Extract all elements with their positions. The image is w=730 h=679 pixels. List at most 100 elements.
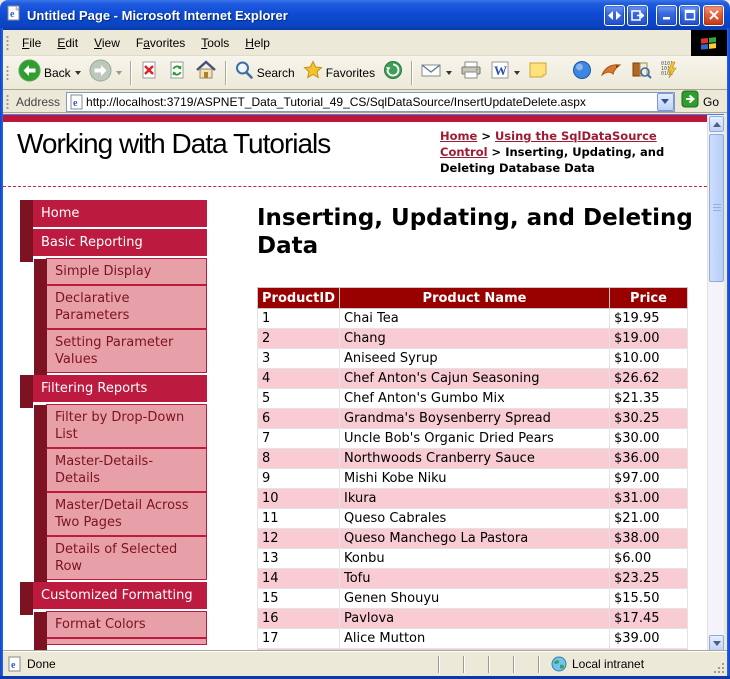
table-cell: 7 bbox=[258, 429, 340, 449]
messenger-button[interactable] bbox=[568, 58, 596, 87]
sidebar-item-format-colors[interactable]: Format Colors bbox=[46, 611, 207, 638]
sidebar-item-filter-by-drop-down-list[interactable]: Filter by Drop-Down List bbox=[46, 404, 207, 448]
forward-button[interactable] bbox=[85, 57, 126, 89]
back-label: Back bbox=[44, 66, 71, 80]
table-cell: $30.00 bbox=[610, 429, 688, 449]
menu-grip[interactable] bbox=[6, 35, 9, 51]
refresh-button[interactable] bbox=[163, 58, 191, 87]
menu-item-file[interactable]: File bbox=[14, 32, 49, 54]
messenger-icon bbox=[572, 60, 592, 85]
status-divider bbox=[488, 656, 489, 673]
back-button[interactable]: Back bbox=[14, 57, 85, 89]
back-dropdown-caret[interactable] bbox=[75, 71, 81, 75]
zone-label: Local intranet bbox=[572, 657, 644, 671]
menu-bar: FileEditViewFavoritesToolsHelp bbox=[3, 30, 727, 56]
research-book-button[interactable] bbox=[626, 58, 656, 87]
table-row: 13Konbu$6.00 bbox=[258, 549, 688, 569]
detach-window-button[interactable] bbox=[627, 5, 648, 26]
ie-logo-icon: e bbox=[6, 5, 22, 26]
sidebar-item-item[interactable] bbox=[46, 638, 207, 645]
sidebar-item-filtering-reports[interactable]: Filtering Reports bbox=[33, 375, 207, 402]
status-page-icon: e bbox=[8, 656, 22, 672]
sidebar-item-master-details-details[interactable]: Master-Details-Details bbox=[46, 448, 207, 492]
mail-button[interactable] bbox=[416, 59, 456, 86]
zone-globe-icon bbox=[551, 656, 567, 672]
search-button[interactable]: Search bbox=[230, 58, 299, 87]
history-button[interactable] bbox=[379, 58, 407, 87]
sidebar-item-label: Declarative Parameters bbox=[55, 291, 129, 323]
address-dropdown-button[interactable] bbox=[657, 93, 674, 111]
home-button[interactable] bbox=[191, 58, 221, 87]
go-button[interactable]: Go bbox=[675, 90, 727, 113]
sidebar-item-home[interactable]: Home bbox=[33, 200, 207, 227]
binary-lightning-button[interactable]: 010110100101 bbox=[656, 58, 684, 87]
sidebar-item-label: Basic Reporting bbox=[41, 235, 143, 250]
table-row: 16Pavlova$17.45 bbox=[258, 609, 688, 629]
sidebar-item-customized-formatting[interactable]: Customized Formatting bbox=[33, 582, 207, 609]
table-cell: Chai Tea bbox=[340, 309, 610, 329]
scroll-up-button[interactable] bbox=[709, 116, 724, 132]
menu-bar-items: FileEditViewFavoritesToolsHelp bbox=[14, 32, 278, 54]
pan-arrows-button[interactable] bbox=[604, 5, 625, 26]
menu-item-tools[interactable]: Tools bbox=[193, 32, 237, 54]
research-book-icon bbox=[630, 60, 652, 85]
address-grip[interactable] bbox=[6, 94, 9, 110]
close-button[interactable] bbox=[703, 5, 724, 26]
mail-dropdown-caret[interactable] bbox=[446, 71, 452, 75]
menu-item-favorites[interactable]: Favorites bbox=[128, 32, 193, 54]
print-button[interactable] bbox=[456, 58, 486, 87]
sidebar-item-label: Customized Formatting bbox=[41, 588, 193, 603]
table-cell: 1 bbox=[258, 309, 340, 329]
table-cell: $38.00 bbox=[610, 529, 688, 549]
resize-grip[interactable] bbox=[711, 652, 727, 677]
sidebar-item-declarative-parameters[interactable]: Declarative Parameters bbox=[46, 285, 207, 329]
favorites-button[interactable]: Favorites bbox=[299, 58, 379, 87]
table-cell: Aniseed Syrup bbox=[340, 349, 610, 369]
table-row: 15Genen Shouyu$15.50 bbox=[258, 589, 688, 609]
back-icon bbox=[18, 59, 41, 87]
table-cell: Uncle Bob's Organic Dried Pears bbox=[340, 429, 610, 449]
sidebar-item-master-detail-across-two-pages[interactable]: Master/Detail Across Two Pages bbox=[46, 492, 207, 536]
sidebar-item-basic-reporting[interactable]: Basic Reporting bbox=[33, 229, 207, 256]
discuss-button[interactable] bbox=[524, 59, 552, 86]
address-input[interactable] bbox=[84, 95, 657, 109]
table-row: 2Chang$19.00 bbox=[258, 329, 688, 349]
window-border-left bbox=[0, 28, 3, 679]
sidebar-item-setting-parameter-values[interactable]: Setting Parameter Values bbox=[46, 329, 207, 373]
sidebar-item-label: Home bbox=[41, 206, 79, 221]
table-cell: Genen Shouyu bbox=[340, 589, 610, 609]
search-label: Search bbox=[257, 66, 295, 80]
edit-dropdown-caret[interactable] bbox=[514, 71, 520, 75]
toolbar-separator bbox=[130, 61, 131, 85]
menu-item-edit[interactable]: Edit bbox=[49, 32, 86, 54]
svg-text:e: e bbox=[73, 98, 78, 109]
table-row: 8Northwoods Cranberry Sauce$36.00 bbox=[258, 449, 688, 469]
toolbar-grip[interactable] bbox=[6, 65, 9, 81]
svg-text:e: e bbox=[10, 9, 15, 20]
table-cell: $6.00 bbox=[610, 549, 688, 569]
scrollbar-thumb[interactable] bbox=[709, 134, 724, 282]
sidebar-item-simple-display[interactable]: Simple Display bbox=[46, 258, 207, 285]
menu-item-help[interactable]: Help bbox=[237, 32, 278, 54]
sidebar-item-details-of-selected-row[interactable]: Details of Selected Row bbox=[46, 536, 207, 580]
windows-logo-throbber bbox=[691, 30, 727, 56]
table-cell: $36.00 bbox=[610, 449, 688, 469]
scroll-down-button[interactable] bbox=[709, 635, 724, 651]
minimize-button[interactable] bbox=[656, 5, 677, 26]
vertical-scrollbar[interactable] bbox=[707, 115, 724, 651]
menu-item-view[interactable]: View bbox=[86, 32, 128, 54]
stop-button[interactable] bbox=[135, 58, 163, 87]
breadcrumb-link-home[interactable]: Home bbox=[440, 129, 477, 143]
column-header-productid: ProductID bbox=[258, 288, 340, 309]
maximize-button[interactable] bbox=[679, 5, 700, 26]
edit-word-button[interactable]: W bbox=[486, 58, 524, 87]
table-cell: Alice Mutton bbox=[340, 629, 610, 649]
forward-dropdown-caret[interactable] bbox=[116, 71, 122, 75]
addon-fox-button[interactable] bbox=[596, 59, 626, 86]
table-cell: $23.25 bbox=[610, 569, 688, 589]
table-cell: Ikura bbox=[340, 489, 610, 509]
toolbar-separator bbox=[411, 61, 412, 85]
sidebar-item-label: Filter by Drop-Down List bbox=[55, 410, 184, 442]
page-top-band bbox=[3, 115, 707, 122]
chevron-down-icon bbox=[713, 641, 721, 646]
